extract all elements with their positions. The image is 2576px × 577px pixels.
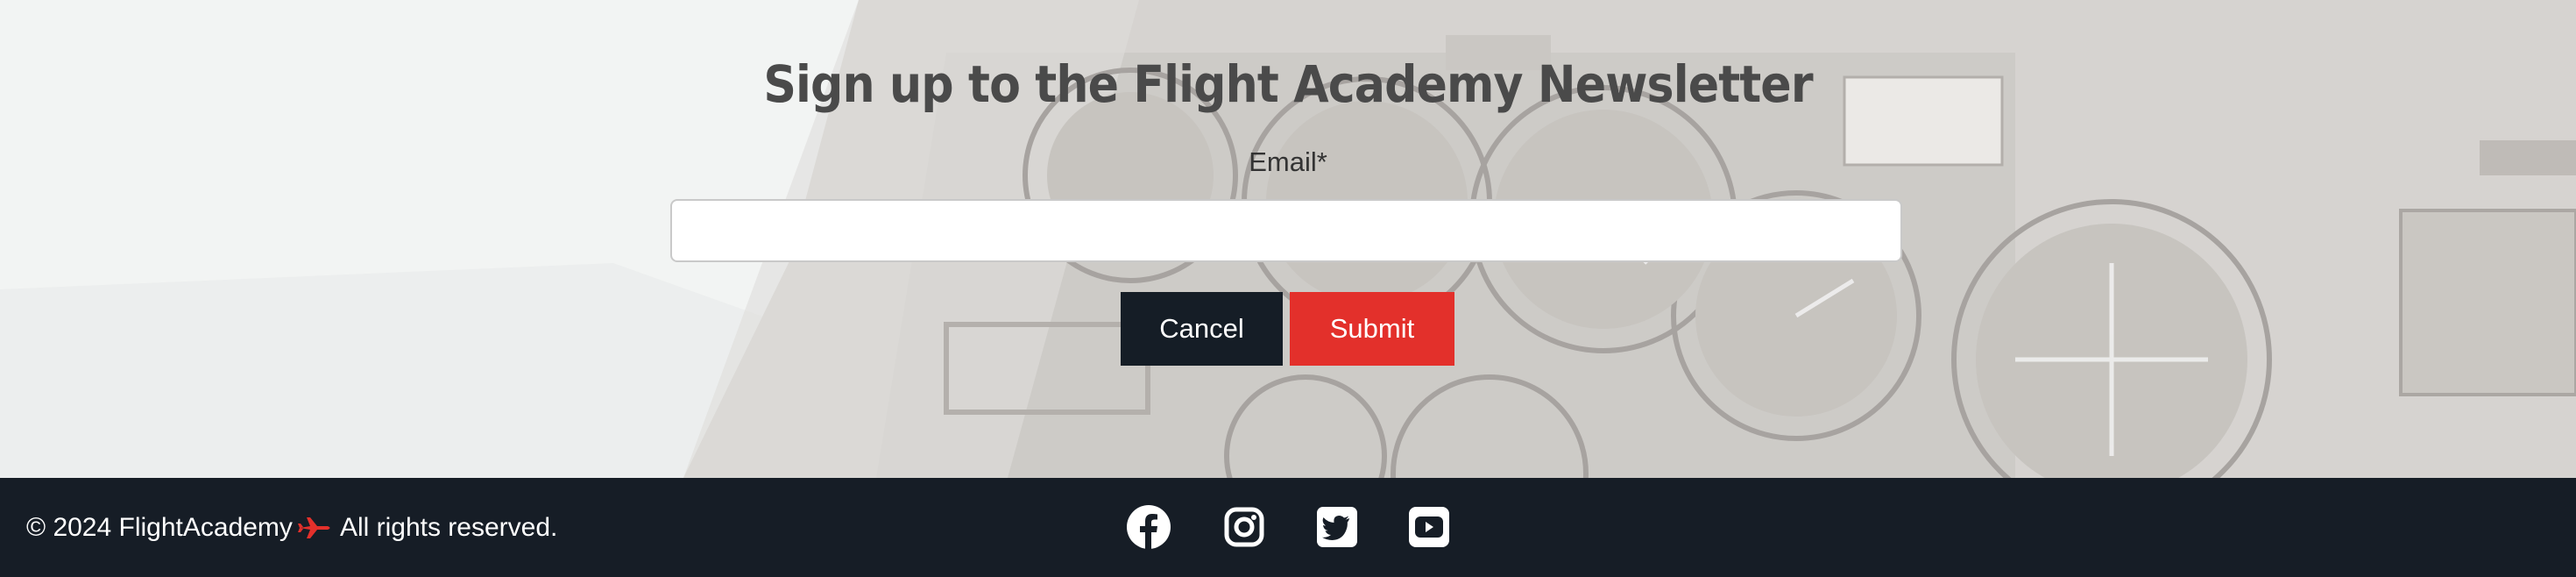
youtube-icon [1405,503,1453,551]
newsletter-title: Sign up to the Flight Academy Newsletter [763,54,1813,114]
facebook-link[interactable] [1125,503,1172,551]
youtube-link[interactable] [1405,503,1453,551]
email-label: Email* [1249,146,1327,177]
copyright: © 2024 FlightAcademy All rights reserved… [26,478,557,577]
submit-button[interactable]: Submit [1290,292,1454,366]
instagram-link[interactable] [1221,503,1268,551]
page: Sign up to the Flight Academy Newsletter… [0,0,2576,577]
newsletter-section: Sign up to the Flight Academy Newsletter… [0,0,2576,478]
email-field[interactable] [670,199,1902,262]
facebook-icon [1125,503,1172,551]
footer: © 2024 FlightAcademy All rights reserved… [0,478,2576,577]
instagram-icon [1221,503,1268,551]
twitter-link[interactable] [1313,503,1361,551]
rights-text: All rights reserved. [339,512,558,542]
copyright-text: © 2024 FlightAcademy [26,512,293,542]
airplane-icon [297,515,333,541]
cancel-button[interactable]: Cancel [1121,292,1283,366]
twitter-icon [1313,503,1361,551]
